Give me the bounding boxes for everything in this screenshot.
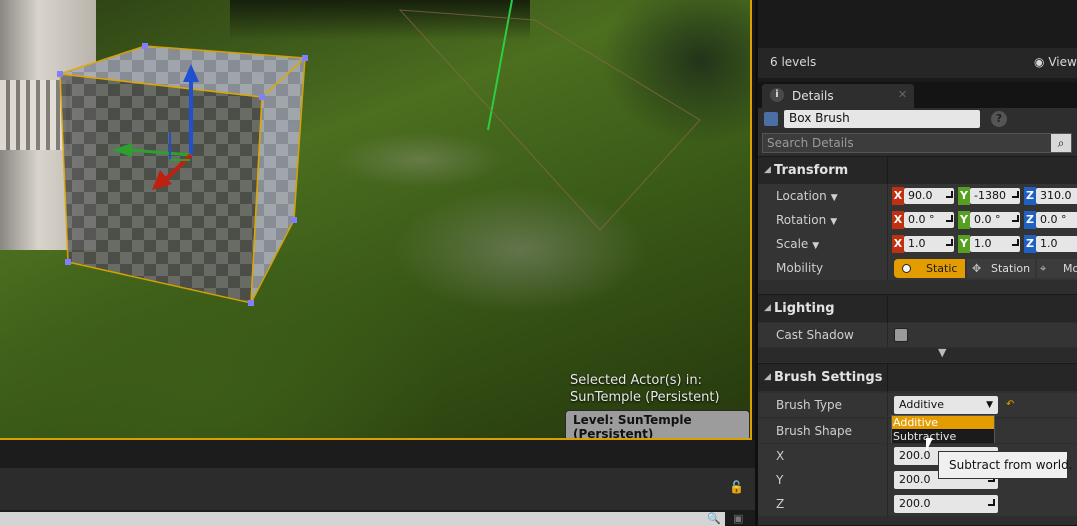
- category-transform-title: Transform: [774, 163, 849, 178]
- brush-type-dropdown: Additive Subtractive: [891, 415, 995, 443]
- details-tabbar: i Details ✕: [758, 82, 1077, 108]
- movable-icon: ⌖: [1040, 262, 1047, 275]
- prop-scale: Scale ▼ X 1.0 Y 1.0 Z 1.0: [758, 232, 1077, 256]
- tab-details[interactable]: i Details ✕: [762, 84, 914, 108]
- selected-actors-line2: SunTemple (Persistent): [570, 390, 720, 405]
- category-transform[interactable]: ◢ Transform: [758, 156, 1077, 185]
- cube-front-face: [59, 73, 263, 304]
- mobility-static-button[interactable]: Static: [894, 259, 965, 278]
- prop-rotation: Rotation ▼ X 0.0 ° Y 0.0 ° Z 0.0 °: [758, 208, 1077, 232]
- chevron-down-icon: ▼: [986, 400, 993, 410]
- scale-x-field[interactable]: X 1.0: [892, 235, 956, 253]
- rotation-x-field[interactable]: X 0.0 °: [892, 211, 956, 229]
- category-brush-settings[interactable]: ◢ Brush Settings: [758, 363, 1077, 392]
- search-icon[interactable]: 🔍: [707, 512, 721, 525]
- right-panel: 6 levels ◉ View i Details ✕ Box Brush ? …: [755, 0, 1077, 525]
- cast-shadow-checkbox[interactable]: [894, 328, 908, 342]
- brush-x-label: X: [776, 449, 785, 463]
- brush-shape-label: Brush Shape: [776, 424, 853, 438]
- info-icon: i: [770, 88, 784, 102]
- rotation-y-field[interactable]: Y 0.0 °: [958, 211, 1022, 229]
- view-options-button[interactable]: ◉ View: [1034, 55, 1077, 69]
- brush-z-label: Z: [776, 497, 785, 511]
- prop-brush-z: Z 200.0: [758, 492, 1077, 516]
- brush-type-combo[interactable]: Additive ▼: [894, 396, 998, 414]
- actor-name-field[interactable]: Box Brush: [784, 110, 980, 128]
- stationary-icon: ✥: [972, 262, 982, 275]
- selected-actors-line1: Selected Actor(s) in:: [570, 373, 702, 388]
- scale-y-field[interactable]: Y 1.0: [958, 235, 1022, 253]
- lock-icon[interactable]: 🔓: [729, 480, 744, 494]
- brush-y-label: Y: [776, 473, 784, 487]
- level-viewport[interactable]: Selected Actor(s) in: SunTemple (Persist…: [0, 0, 752, 440]
- location-label[interactable]: Location ▼: [776, 189, 838, 203]
- reset-to-default-icon[interactable]: ↶: [1006, 399, 1014, 410]
- bottom-panel: 🔓 🔍 ▣: [0, 440, 755, 526]
- current-level-badge[interactable]: Level: SunTemple (Persistent): [565, 410, 750, 438]
- actor-row: Box Brush ?: [758, 108, 1077, 130]
- search-details-box[interactable]: ⌕: [762, 133, 1072, 153]
- help-icon[interactable]: ?: [991, 111, 1007, 127]
- prop-cast-shadow: Cast Shadow: [758, 323, 1077, 347]
- prop-mobility: Mobility Static ✥ Station ⌖ Mo: [758, 256, 1077, 280]
- search-details-input[interactable]: [767, 135, 1047, 151]
- save-icon[interactable]: ▣: [733, 512, 743, 525]
- cast-shadow-label: Cast Shadow: [776, 328, 854, 342]
- prop-location: Location ▼ X 90.0 Y -1380 Z 310.0: [758, 184, 1077, 208]
- search-icon[interactable]: ⌕: [1051, 134, 1071, 152]
- bottom-toolbar: [0, 468, 755, 510]
- brush-actor-icon: [764, 112, 778, 126]
- levels-count: 6 levels: [770, 55, 817, 69]
- prop-brush-type: Brush Type Additive ▼ ↶: [758, 393, 1077, 417]
- selected-actors-info: Selected Actor(s) in: SunTemple (Persist…: [570, 372, 720, 406]
- category-lighting-title: Lighting: [774, 301, 835, 316]
- bottom-search-bar[interactable]: [0, 512, 725, 526]
- collapse-arrow-icon: ◢: [764, 372, 771, 382]
- rotation-label[interactable]: Rotation ▼: [776, 213, 837, 227]
- brush-z-field[interactable]: 200.0: [894, 495, 998, 513]
- mobility-movable-button[interactable]: ⌖ Mo: [1037, 259, 1077, 278]
- category-brush-settings-title: Brush Settings: [774, 370, 883, 385]
- levels-bar: 6 levels ◉ View: [758, 48, 1077, 78]
- eye-icon: ◉: [1034, 55, 1045, 69]
- scale-label[interactable]: Scale ▼: [776, 237, 819, 251]
- collapse-arrow-icon: ◢: [764, 165, 771, 175]
- collapse-arrow-icon: ◢: [764, 303, 771, 313]
- tab-details-label: Details: [792, 89, 834, 103]
- brush-type-option-additive[interactable]: Additive: [892, 416, 994, 429]
- brush-type-option-subtractive[interactable]: Subtractive: [892, 430, 994, 443]
- location-z-field[interactable]: Z 310.0: [1024, 187, 1077, 205]
- rotation-z-field[interactable]: Z 0.0 °: [1024, 211, 1077, 229]
- mouse-cursor-icon: [926, 438, 933, 452]
- brush-type-label: Brush Type: [776, 398, 843, 412]
- mobility-label: Mobility: [776, 261, 824, 275]
- close-icon[interactable]: ✕: [898, 88, 907, 101]
- location-y-field[interactable]: Y -1380: [958, 187, 1022, 205]
- expand-arrow-icon: ▼: [938, 346, 947, 359]
- advanced-expander[interactable]: ▼: [758, 346, 1077, 362]
- tooltip: Subtract from world.: [938, 451, 1073, 479]
- mobility-stationary-button[interactable]: ✥ Station: [967, 259, 1035, 278]
- category-lighting[interactable]: ◢ Lighting: [758, 294, 1077, 323]
- static-icon: [902, 264, 911, 273]
- location-x-field[interactable]: X 90.0: [892, 187, 956, 205]
- view-options-label: View: [1048, 55, 1077, 69]
- scale-z-field[interactable]: Z 1.0: [1024, 235, 1077, 253]
